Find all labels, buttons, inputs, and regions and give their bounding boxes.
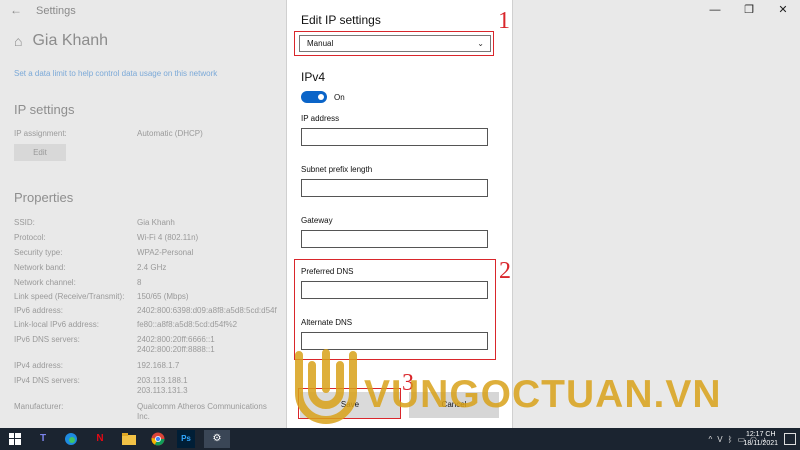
ip-address-input[interactable]: [301, 128, 488, 146]
clock[interactable]: 12:17 CH 18/11/2021: [743, 430, 778, 448]
netflix-icon[interactable]: N: [91, 430, 109, 448]
ip-assignment-label: IP assignment:: [14, 129, 67, 138]
property-value: Qualcomm Atheros Communications Inc.: [137, 402, 267, 422]
property-value: 2402:800:20ff:6666::1 2402:800:20ff:8888:…: [137, 335, 215, 355]
property-value-line: Qualcomm Atheros Communications: [137, 402, 267, 411]
chrome-icon[interactable]: [149, 430, 167, 448]
clock-time: 12:17 CH: [745, 431, 776, 438]
property-key: IPv4 address:: [14, 361, 63, 370]
property-value: WPA2-Personal: [137, 248, 194, 257]
edit-ip-button[interactable]: Edit: [14, 144, 66, 161]
ip-settings-title: IP settings: [14, 102, 75, 117]
network-name: Gia Khanh: [32, 32, 109, 49]
toggle-knob: [318, 94, 324, 100]
property-key: Network channel:: [14, 278, 76, 287]
language-indicator[interactable]: V: [717, 435, 722, 444]
watermark-logo: VUNGOCTUAN.VN: [291, 343, 800, 433]
windows-icon[interactable]: [6, 430, 24, 448]
maximize-button[interactable]: ❐: [732, 0, 766, 22]
property-key: Manufacturer:: [14, 402, 64, 411]
annotation-box-1: [294, 31, 494, 56]
property-value: Wi-Fi 4 (802.11n): [137, 233, 199, 242]
property-value-line: 203.113.188.1: [137, 376, 188, 385]
property-key: IPv6 address:: [14, 306, 63, 315]
ipv4-toggle-label: On: [334, 93, 345, 102]
edge-icon[interactable]: [62, 430, 80, 448]
property-value: 192.168.1.7: [137, 361, 180, 370]
data-limit-link[interactable]: Set a data limit to help control data us…: [14, 69, 217, 78]
clock-date: 18/11/2021: [743, 440, 778, 447]
subnet-prefix-input[interactable]: [301, 179, 488, 197]
ip-address-label: IP address: [301, 114, 340, 123]
taskbar: T N Ps ⚙ ^ V ᛒ ▭ ◠ ♪ 12:17 CH 18/11/2021: [0, 428, 800, 450]
property-value: 2.4 GHz: [137, 263, 167, 272]
property-value-line: 2402:800:20ff:8888::1: [137, 345, 215, 354]
settings-icon[interactable]: ⚙: [204, 430, 230, 448]
subnet-prefix-label: Subnet prefix length: [301, 165, 373, 174]
window-controls: — ❐ ✕: [698, 0, 800, 22]
tray-chevron-icon[interactable]: ^: [709, 435, 713, 444]
property-value-line: Inc.: [137, 412, 150, 421]
property-value-line: 203.113.131.3: [137, 386, 188, 395]
dialog-title: Edit IP settings: [301, 13, 381, 27]
ipv4-title: IPv4: [301, 70, 326, 84]
notification-icon[interactable]: [784, 433, 796, 445]
annotation-number-2: 2: [499, 258, 511, 284]
photoshop-icon[interactable]: Ps: [177, 430, 195, 448]
property-key: IPv6 DNS servers:: [14, 335, 80, 344]
property-key: IPv4 DNS servers:: [14, 376, 80, 385]
watermark-text: VUNGOCTUAN.VN: [364, 373, 722, 416]
ip-assignment-value: Automatic (DHCP): [137, 129, 203, 138]
ipv4-toggle[interactable]: [301, 91, 327, 103]
properties-title: Properties: [14, 190, 74, 205]
bluetooth-icon[interactable]: ᛒ: [728, 435, 733, 444]
home-icon[interactable]: ⌂: [14, 33, 22, 49]
gateway-label: Gateway: [301, 216, 333, 225]
teams-icon[interactable]: T: [34, 430, 52, 448]
property-key: Network band:: [14, 263, 66, 272]
watermark-emblem: [295, 349, 357, 424]
property-value: 150/65 (Mbps): [137, 292, 189, 301]
property-key: Security type:: [14, 248, 63, 257]
property-value: 8: [137, 278, 142, 287]
property-key: Protocol:: [14, 233, 46, 242]
file-explorer-icon[interactable]: [120, 430, 138, 448]
property-value: Gia Khanh: [137, 218, 175, 227]
close-button[interactable]: ✕: [766, 0, 800, 22]
window-title: Settings: [36, 5, 76, 17]
property-key: Link-local IPv6 address:: [14, 320, 99, 329]
back-arrow-icon[interactable]: ←: [10, 3, 22, 17]
property-value: fe80::a8f8:a5d8:5cd:d54f%2: [137, 320, 238, 329]
property-key: Link speed (Receive/Transmit):: [14, 292, 125, 301]
property-value-line: 2402:800:20ff:6666::1: [137, 335, 215, 344]
property-value: 203.113.188.1 203.113.131.3: [137, 376, 188, 396]
property-value: 2402:800:6398:d09:a8f8:a5d8:5cd:d54f: [137, 306, 277, 315]
page-header: ⌂ Gia Khanh: [14, 32, 108, 50]
annotation-number-1: 1: [498, 8, 510, 34]
minimize-button[interactable]: —: [698, 0, 732, 22]
gateway-input[interactable]: [301, 230, 488, 248]
property-key: SSID:: [14, 218, 35, 227]
